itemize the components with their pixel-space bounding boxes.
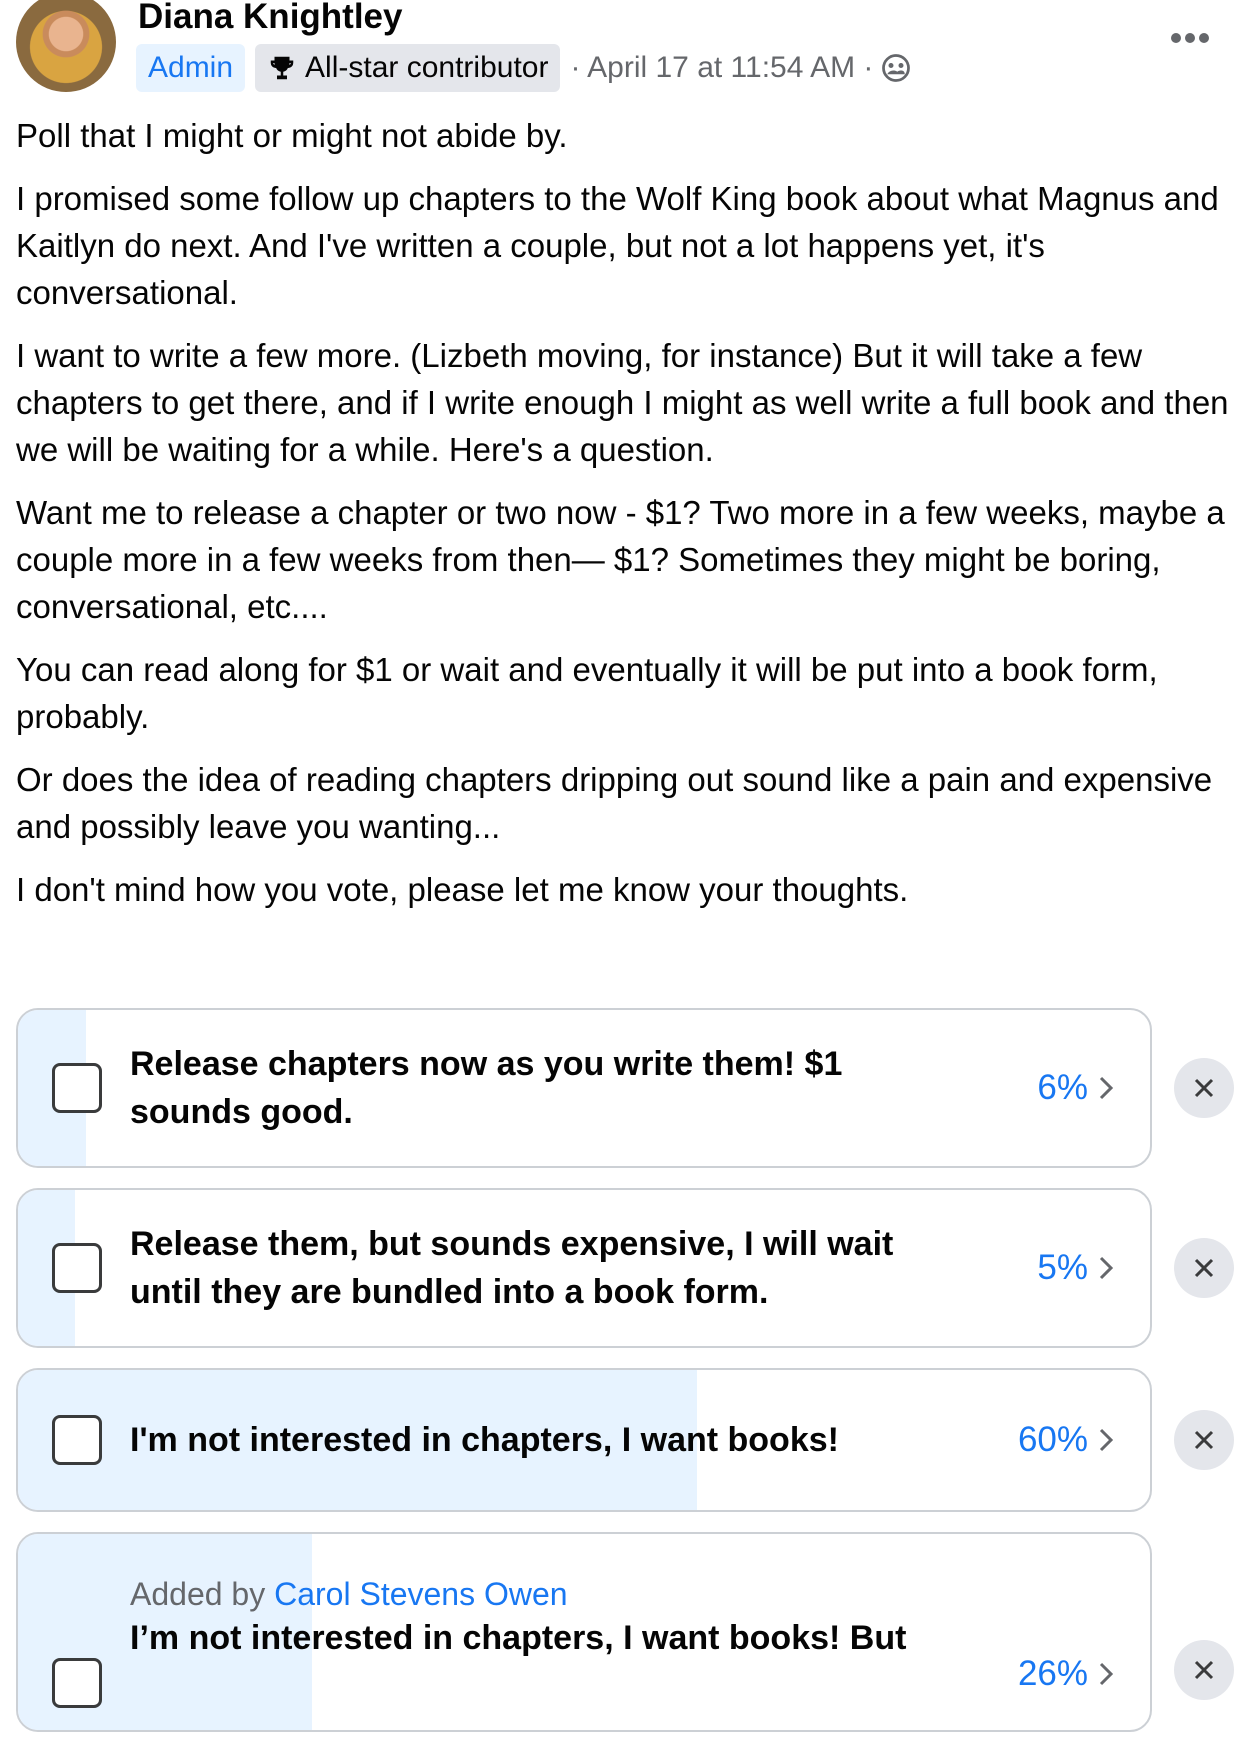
post-paragraph: Poll that I might or might not abide by. bbox=[16, 117, 568, 154]
added-by-label: Added by Carol Stevens Owen bbox=[130, 1576, 568, 1613]
admin-badge[interactable]: Admin bbox=[136, 44, 246, 92]
group-icon bbox=[882, 54, 911, 82]
poll-percent-value: 26% bbox=[1017, 1654, 1088, 1693]
author-name[interactable]: Diana Knightley bbox=[138, 0, 402, 38]
post-timestamp[interactable]: · April 17 at 11:54 AM · bbox=[570, 51, 873, 85]
added-by-name[interactable]: Carol Stevens Owen bbox=[274, 1576, 567, 1612]
post-header: Diana Knightley Admin All-star contribut… bbox=[0, 0, 1256, 120]
poll-option: Release them, but sounds expensive, I wi… bbox=[16, 1188, 1236, 1348]
poll-percent-value: 5% bbox=[1037, 1248, 1088, 1287]
chevron-right-icon bbox=[1099, 1076, 1114, 1100]
avatar[interactable] bbox=[16, 0, 116, 92]
poll-percent-value: 60% bbox=[1017, 1420, 1088, 1459]
remove-option-button[interactable] bbox=[1174, 1640, 1234, 1700]
chevron-right-icon bbox=[1099, 1662, 1114, 1686]
post-paragraph: I want to write a few more. (Lizbeth mov… bbox=[16, 337, 1229, 468]
trophy-icon bbox=[270, 56, 294, 80]
added-by-prefix: Added by bbox=[130, 1576, 266, 1612]
poll-option-checkbox[interactable] bbox=[52, 1415, 102, 1465]
remove-option-button[interactable] bbox=[1174, 1058, 1234, 1118]
chevron-right-icon bbox=[1099, 1256, 1114, 1280]
close-icon bbox=[1194, 1258, 1214, 1278]
close-icon bbox=[1194, 1430, 1214, 1450]
chevron-right-icon bbox=[1099, 1428, 1114, 1452]
post-paragraph: I don't mind how you vote, please let me… bbox=[16, 871, 909, 908]
poll-option-label: I’m not interested in chapters, I want b… bbox=[130, 1619, 907, 1657]
poll-percent-value: 6% bbox=[1037, 1068, 1088, 1107]
remove-option-button[interactable] bbox=[1174, 1238, 1234, 1298]
poll-option-percent[interactable]: 26% bbox=[1018, 1654, 1116, 1694]
poll-option-percent[interactable]: 5% bbox=[1037, 1248, 1116, 1288]
poll-option-label: Release chapters now as you write them! … bbox=[130, 1045, 843, 1131]
poll-option: I'm not interested in chapters, I want b… bbox=[16, 1368, 1236, 1512]
post-paragraph: Want me to release a chapter or two now … bbox=[16, 494, 1225, 625]
poll-option-label: Release them, but sounds expensive, I wi… bbox=[130, 1225, 894, 1311]
poll-option-checkbox[interactable] bbox=[52, 1243, 102, 1293]
close-icon bbox=[1194, 1660, 1214, 1680]
post-paragraph: Or does the idea of reading chapters dri… bbox=[16, 761, 1213, 845]
poll-option-card[interactable]: Release them, but sounds expensive, I wi… bbox=[16, 1188, 1152, 1348]
post-paragraph: I promised some follow up chapters to th… bbox=[16, 180, 1219, 311]
poll: Release chapters now as you write them! … bbox=[16, 1008, 1236, 1752]
poll-option-card[interactable]: Added by Carol Stevens Owen I’m not inte… bbox=[16, 1532, 1152, 1732]
more-options-icon[interactable] bbox=[1168, 26, 1212, 50]
poll-option-checkbox[interactable] bbox=[52, 1063, 102, 1113]
close-icon bbox=[1194, 1078, 1214, 1098]
poll-option-percent[interactable]: 60% bbox=[1018, 1420, 1116, 1460]
contributor-badge-label: All-star contributor bbox=[305, 51, 549, 84]
poll-option-percent[interactable]: 6% bbox=[1037, 1068, 1116, 1108]
poll-option-card[interactable]: I'm not interested in chapters, I want b… bbox=[16, 1368, 1152, 1512]
meta-row: Admin All-star contributor · April 17 at… bbox=[136, 44, 911, 92]
remove-option-button[interactable] bbox=[1174, 1410, 1234, 1470]
poll-option-label: I'm not interested in chapters, I want b… bbox=[130, 1421, 839, 1459]
poll-option-card[interactable]: Release chapters now as you write them! … bbox=[16, 1008, 1152, 1168]
poll-option-checkbox[interactable] bbox=[52, 1658, 102, 1708]
poll-option: Added by Carol Stevens Owen I’m not inte… bbox=[16, 1532, 1236, 1732]
contributor-badge[interactable]: All-star contributor bbox=[255, 44, 561, 92]
post-paragraph: You can read along for $1 or wait and ev… bbox=[16, 651, 1158, 735]
post-text: Poll that I might or might not abide by.… bbox=[16, 112, 1236, 929]
poll-option: Release chapters now as you write them! … bbox=[16, 1008, 1236, 1168]
